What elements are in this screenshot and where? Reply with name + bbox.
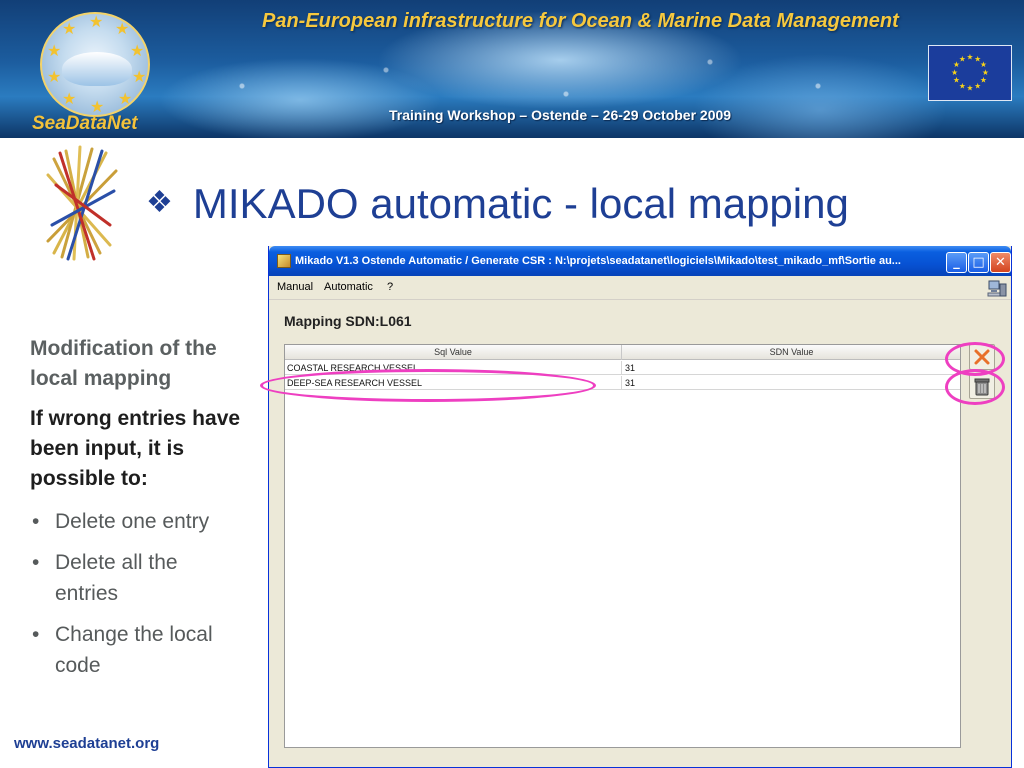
list-item: Delete all the entries bbox=[30, 547, 245, 609]
eu-flag-icon: ★ ★ ★ ★ ★ ★ ★ ★ ★ ★ ★ ★ bbox=[928, 45, 1012, 101]
footer-url-link[interactable]: www.seadatanet.org bbox=[14, 735, 159, 752]
star-icon: ★ bbox=[47, 43, 62, 60]
svg-text:★: ★ bbox=[953, 76, 960, 85]
banner-title: Pan-European infrastructure for Ocean & … bbox=[262, 10, 899, 32]
maximize-button[interactable]: □ bbox=[968, 252, 989, 273]
highlight-trash-annotation bbox=[945, 369, 1005, 405]
mikado-window: Mikado V1.3 Ostende Automatic / Generate… bbox=[268, 246, 1012, 768]
table-header: Sql Value SDN Value bbox=[285, 345, 960, 360]
svg-text:★: ★ bbox=[967, 53, 974, 62]
modification-heading: Modification of the local mapping bbox=[30, 337, 217, 390]
svg-text:★: ★ bbox=[951, 68, 958, 77]
seadatanet-logo: ★ ★ ★ ★ ★ ★ ★ ★ ★ ★ bbox=[40, 12, 150, 117]
svg-text:★: ★ bbox=[959, 54, 966, 63]
star-icon: ★ bbox=[62, 21, 77, 38]
star-icon: ★ bbox=[115, 21, 130, 38]
mapping-table: Sql Value SDN Value COASTAL RESEARCH VES… bbox=[284, 344, 961, 748]
menu-automatic[interactable]: Automatic bbox=[324, 281, 373, 293]
minimize-button[interactable]: _ bbox=[946, 252, 967, 273]
table-cell-sdn-value[interactable]: 31 bbox=[623, 376, 960, 390]
svg-text:★: ★ bbox=[967, 83, 974, 92]
slide-title: ❖ MIKADO automatic - local mapping bbox=[146, 180, 849, 228]
svg-text:★: ★ bbox=[974, 81, 981, 90]
star-icon: ★ bbox=[62, 91, 77, 108]
window-titlebar[interactable]: Mikado V1.3 Ostende Automatic / Generate… bbox=[269, 246, 1011, 276]
menu-bar: Manual Automatic ? bbox=[269, 276, 1011, 300]
column-header-sdn-value[interactable]: SDN Value bbox=[623, 345, 960, 360]
wave-emblem bbox=[62, 52, 132, 86]
close-button[interactable]: ✕ bbox=[990, 252, 1011, 273]
network-computer-icon[interactable] bbox=[987, 278, 1007, 298]
star-icon: ★ bbox=[89, 14, 104, 31]
star-icon: ★ bbox=[47, 69, 62, 86]
column-header-sql-value[interactable]: Sql Value bbox=[285, 345, 622, 360]
header-banner: ★ ★ ★ ★ ★ ★ ★ ★ ★ ★ SeaDataNet Pan-Europ… bbox=[0, 0, 1024, 138]
mikado-sticks-icon bbox=[44, 145, 120, 263]
window-title: Mikado V1.3 Ostende Automatic / Generate… bbox=[295, 255, 901, 267]
star-icon: ★ bbox=[132, 69, 147, 86]
banner-subtitle: Training Workshop – Ostende – 26-29 Octo… bbox=[389, 107, 732, 123]
wrong-entries-heading: If wrong entries have been input, it is … bbox=[30, 407, 241, 490]
options-list: Delete one entry Delete all the entries … bbox=[30, 506, 245, 681]
explanation-panel: Modification of the local mapping If wro… bbox=[30, 334, 245, 691]
menu-help[interactable]: ? bbox=[387, 281, 393, 293]
list-item: Change the local code bbox=[30, 619, 245, 681]
menu-manual[interactable]: Manual bbox=[277, 281, 313, 293]
highlight-row-annotation bbox=[260, 369, 596, 402]
slide-title-text: MIKADO automatic - local mapping bbox=[192, 180, 849, 227]
mikado-app-icon[interactable] bbox=[277, 254, 291, 268]
star-icon: ★ bbox=[130, 43, 145, 60]
list-item: Delete one entry bbox=[30, 506, 245, 537]
mapping-title: Mapping SDN:L061 bbox=[284, 313, 412, 329]
wave-background bbox=[170, 38, 890, 118]
star-icon: ★ bbox=[118, 91, 133, 108]
diamond-bullet-icon: ❖ bbox=[146, 186, 173, 219]
table-cell-sdn-value[interactable]: 31 bbox=[623, 361, 960, 375]
brand-name: SeaDataNet bbox=[32, 113, 138, 134]
